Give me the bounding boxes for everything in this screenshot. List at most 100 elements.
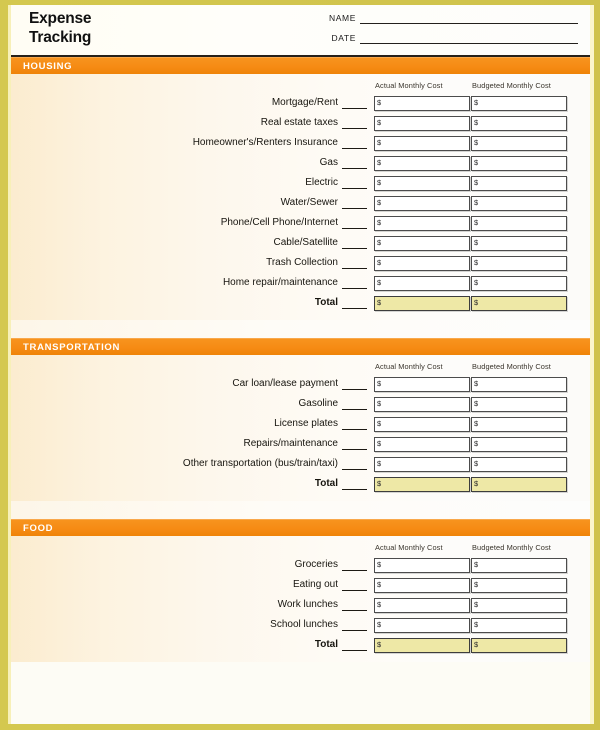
expense-label: Work lunches [277,599,338,610]
section-header-bar: TRANSPORTATION [11,338,590,355]
expense-row: Eating out $ $ [11,576,590,596]
currency-symbol: $ [377,238,382,247]
expense-actual-input[interactable]: $ [374,236,470,251]
currency-symbol: $ [474,379,479,388]
name-field-row: NAME [316,13,578,24]
currency-symbol: $ [474,600,479,609]
currency-symbol: $ [377,439,382,448]
expense-budgeted-input[interactable]: $ [471,437,567,452]
expense-actual-input[interactable]: $ [374,176,470,191]
label-rule [342,208,367,209]
expense-budgeted-input[interactable]: $ [471,196,567,211]
label-rule [342,650,367,651]
currency-symbol: $ [474,479,479,488]
expense-label: Water/Sewer [280,197,338,208]
expense-budgeted-input[interactable]: $ [471,256,567,271]
total-label: Total [314,297,338,308]
total-actual-input[interactable]: $ [374,296,470,311]
expense-budgeted-input[interactable]: $ [471,397,567,412]
currency-symbol: $ [377,298,382,307]
label-rule [342,469,367,470]
date-field-row: DATE [316,33,578,44]
expense-budgeted-input[interactable]: $ [471,156,567,171]
expense-label: Home repair/maintenance [222,277,338,288]
expense-label: Car loan/lease payment [232,378,338,389]
currency-symbol: $ [377,459,382,468]
label-rule [342,188,367,189]
total-row: Total $ $ [11,475,590,495]
total-budgeted-input[interactable]: $ [471,296,567,311]
expense-label: Gasoline [298,398,338,409]
expense-actual-input[interactable]: $ [374,578,470,593]
currency-symbol: $ [474,580,479,589]
currency-symbol: $ [377,600,382,609]
currency-symbol: $ [474,158,479,167]
expense-actual-input[interactable]: $ [374,276,470,291]
total-budgeted-input[interactable]: $ [471,638,567,653]
label-rule [342,610,367,611]
expense-row: Gas $ $ [11,154,590,174]
currency-symbol: $ [474,138,479,147]
expense-budgeted-input[interactable]: $ [471,276,567,291]
expense-actual-input[interactable]: $ [374,156,470,171]
expense-budgeted-input[interactable]: $ [471,176,567,191]
expense-row: License plates $ $ [11,415,590,435]
expense-actual-input[interactable]: $ [374,377,470,392]
expense-actual-input[interactable]: $ [374,116,470,131]
currency-symbol: $ [474,118,479,127]
expense-budgeted-input[interactable]: $ [471,377,567,392]
label-rule [342,489,367,490]
expense-actual-input[interactable]: $ [374,196,470,211]
currency-symbol: $ [474,278,479,287]
expense-actual-input[interactable]: $ [374,216,470,231]
date-input[interactable] [360,43,578,44]
section-title: FOOD [23,522,54,534]
expense-budgeted-input[interactable]: $ [471,216,567,231]
section-body: Actual Monthly Cost Budgeted Monthly Cost… [11,355,590,501]
expense-budgeted-input[interactable]: $ [471,417,567,432]
expense-actual-input[interactable]: $ [374,618,470,633]
expense-actual-input[interactable]: $ [374,558,470,573]
expense-budgeted-input[interactable]: $ [471,578,567,593]
section-food: FOOD Actual Monthly Cost Budgeted Monthly … [11,519,590,662]
currency-symbol: $ [474,238,479,247]
expense-label: Cable/Satellite [273,237,338,248]
document-header: Expense Tracking NAME DATE [11,5,590,57]
expense-budgeted-input[interactable]: $ [471,136,567,151]
expense-actual-input[interactable]: $ [374,397,470,412]
expense-actual-input[interactable]: $ [374,457,470,472]
expense-budgeted-input[interactable]: $ [471,598,567,613]
column-headers: Actual Monthly Cost Budgeted Monthly Cost [11,74,590,94]
expense-label: Mortgage/Rent [271,97,338,108]
expense-budgeted-input[interactable]: $ [471,96,567,111]
label-rule [342,429,367,430]
currency-symbol: $ [377,580,382,589]
label-rule [342,248,367,249]
total-budgeted-input[interactable]: $ [471,477,567,492]
expense-budgeted-input[interactable]: $ [471,236,567,251]
expense-budgeted-input[interactable]: $ [471,116,567,131]
expense-actual-input[interactable]: $ [374,437,470,452]
name-input[interactable] [360,23,578,24]
label-rule [342,128,367,129]
label-rule [342,590,367,591]
section-title: TRANSPORTATION [23,341,121,353]
total-actual-input[interactable]: $ [374,638,470,653]
name-label: NAME [329,13,356,23]
section-header-bar: HOUSING [11,57,590,74]
expense-actual-input[interactable]: $ [374,96,470,111]
currency-symbol: $ [377,560,382,569]
expense-actual-input[interactable]: $ [374,598,470,613]
expense-row: Mortgage/Rent $ $ [11,94,590,114]
currency-symbol: $ [474,198,479,207]
expense-actual-input[interactable]: $ [374,136,470,151]
total-actual-input[interactable]: $ [374,477,470,492]
expense-actual-input[interactable]: $ [374,417,470,432]
expense-budgeted-input[interactable]: $ [471,618,567,633]
currency-symbol: $ [474,640,479,649]
section-body: Actual Monthly Cost Budgeted Monthly Cost… [11,536,590,662]
label-rule [342,389,367,390]
expense-budgeted-input[interactable]: $ [471,457,567,472]
expense-actual-input[interactable]: $ [374,256,470,271]
expense-budgeted-input[interactable]: $ [471,558,567,573]
